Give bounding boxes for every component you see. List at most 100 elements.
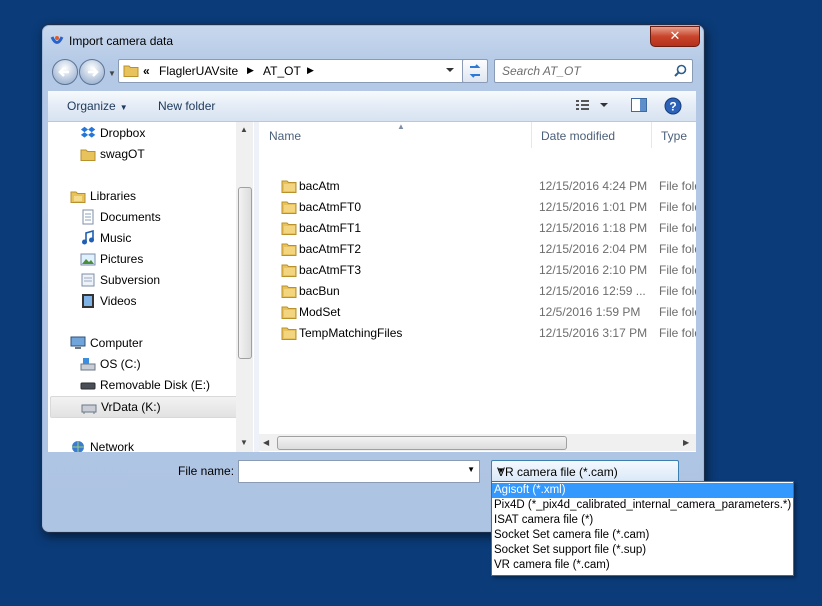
title-bar[interactable]: Import camera data ✕ — [42, 25, 704, 55]
nav-item-label: Pictures — [100, 252, 144, 266]
nav-item-label: Documents — [100, 210, 161, 224]
file-date-modified: 12/15/2016 1:01 PM — [539, 200, 648, 214]
search-placeholder: Search AT_OT — [502, 64, 581, 78]
file-name: bacAtm — [299, 179, 340, 193]
column-label: Name — [269, 129, 302, 143]
refresh-button[interactable] — [462, 59, 488, 83]
file-list-hscrollbar[interactable]: ◀ ▶ — [259, 434, 696, 451]
organize-button[interactable]: Organize ▼ — [67, 99, 128, 113]
file-type-option-agisoft[interactable]: Agisoft (*.xml) — [492, 483, 793, 498]
search-box[interactable]: Search AT_OT — [494, 59, 693, 83]
pictures-icon — [80, 253, 96, 266]
breadcrumb-overflow[interactable]: « — [143, 64, 150, 78]
chevron-down-icon: ▼ — [119, 103, 128, 112]
column-header-name[interactable]: Name — [259, 122, 532, 148]
file-row[interactable]: bacAtmFT3 12/15/2016 2:10 PM File folder — [259, 260, 696, 281]
folder-icon — [281, 180, 297, 193]
file-type-option-socket-set-camera[interactable]: Socket Set camera file (*.cam) — [492, 528, 793, 543]
file-row[interactable]: ModSet 12/5/2016 1:59 PM File folder — [259, 302, 696, 323]
nav-item-music[interactable]: Music — [80, 228, 230, 248]
removable-disk-icon — [80, 382, 96, 390]
forward-arrow-icon — [88, 67, 99, 77]
file-row[interactable]: bacAtmFT0 12/15/2016 1:01 PM File folder — [259, 197, 696, 218]
folder-icon — [281, 243, 297, 256]
file-date-modified: 12/5/2016 1:59 PM — [539, 305, 641, 319]
file-name: bacAtmFT0 — [299, 200, 362, 214]
file-name-input[interactable]: ▼ — [238, 460, 480, 483]
file-type-option-vr-camera[interactable]: VR camera file (*.cam) — [492, 558, 793, 573]
view-options-icon[interactable] — [574, 97, 614, 113]
folder-icon — [281, 306, 297, 319]
column-label: Date modified — [541, 129, 616, 143]
network-icon — [72, 441, 84, 452]
nav-item-network[interactable]: Network — [70, 437, 230, 452]
nav-item-computer[interactable]: Computer — [70, 333, 230, 353]
preview-pane-icon[interactable] — [630, 97, 648, 113]
file-type: File folder — [659, 242, 696, 256]
scroll-left-icon[interactable]: ◀ — [263, 438, 269, 447]
new-folder-button[interactable]: New folder — [158, 99, 215, 113]
navigation-pane: Dropbox swagOT Libraries Documents Music… — [48, 122, 254, 452]
file-type-option-socket-set-support[interactable]: Socket Set support file (*.sup) — [492, 543, 793, 558]
nav-item-libraries[interactable]: Libraries — [70, 186, 230, 206]
file-type: File folder — [659, 200, 696, 214]
nav-item-videos[interactable]: Videos — [80, 291, 230, 311]
file-row[interactable]: bacBun 12/15/2016 12:59 ... File folder — [259, 281, 696, 302]
file-row[interactable]: bacAtmFT2 12/15/2016 2:04 PM File folder — [259, 239, 696, 260]
column-header-date-modified[interactable]: Date modified — [531, 122, 652, 148]
nav-item-label: Computer — [90, 336, 143, 350]
scroll-right-icon[interactable]: ▶ — [683, 438, 689, 447]
file-name: bacAtmFT3 — [299, 263, 362, 277]
search-icon[interactable] — [674, 64, 687, 77]
file-name: bacAtmFT1 — [299, 221, 362, 235]
nav-item-removable-disk[interactable]: Removable Disk (E:) — [80, 375, 230, 395]
file-type: File folder — [659, 305, 696, 319]
back-button[interactable] — [52, 59, 78, 85]
file-row[interactable]: TempMatchingFiles 12/15/2016 3:17 PM File … — [259, 323, 696, 344]
file-type-select[interactable]: VR camera file (*.cam) ▼ — [491, 460, 679, 483]
scroll-thumb[interactable] — [277, 436, 567, 450]
file-date-modified: 12/15/2016 2:10 PM — [539, 263, 648, 277]
file-type-option-pix4d[interactable]: Pix4D (*_pix4d_calibrated_internal_camer… — [492, 498, 793, 513]
chevron-down-icon[interactable]: ▼ — [467, 465, 475, 474]
folder-icon — [80, 149, 96, 161]
breadcrumb-flagleruavsite[interactable]: FlaglerUAVsite — [159, 64, 238, 78]
file-row[interactable]: bacAtm 12/15/2016 4:24 PM File folder — [259, 176, 696, 197]
nav-item-label: swagOT — [100, 147, 145, 161]
help-icon[interactable]: ? — [664, 97, 682, 115]
breadcrumb-arrow-icon[interactable]: ▶ — [307, 65, 314, 76]
nav-item-dropbox[interactable]: Dropbox — [80, 123, 230, 143]
videos-icon — [82, 294, 94, 308]
file-type-option-isat[interactable]: ISAT camera file (*) — [492, 513, 793, 528]
folder-icon — [123, 65, 139, 77]
file-row[interactable]: bacAtmFT1 12/15/2016 1:18 PM File folder — [259, 218, 696, 239]
recent-pages-dropdown[interactable]: ▼ — [108, 69, 116, 78]
address-dropdown[interactable] — [442, 59, 458, 81]
nav-item-subversion[interactable]: Subversion — [80, 270, 230, 290]
nav-item-documents[interactable]: Documents — [80, 207, 230, 227]
sort-ascending-icon: ▲ — [397, 122, 405, 131]
column-header-type[interactable]: Type — [651, 122, 696, 148]
forward-button[interactable] — [79, 59, 105, 85]
scroll-up-icon[interactable]: ▲ — [240, 125, 248, 134]
close-button[interactable]: ✕ — [650, 26, 700, 47]
folder-icon — [281, 264, 297, 277]
scroll-down-icon[interactable]: ▼ — [240, 438, 248, 447]
option-label: Socket Set support file (*.sup) — [494, 544, 647, 556]
breadcrumb-at-ot[interactable]: AT_OT — [263, 64, 301, 78]
scroll-thumb[interactable] — [238, 187, 252, 359]
address-bar[interactable]: « FlaglerUAVsite ▶ AT_OT ▶ — [118, 59, 474, 83]
folder-icon — [281, 201, 297, 214]
nav-item-label: Removable Disk (E:) — [100, 378, 211, 392]
breadcrumb-arrow-icon[interactable]: ▶ — [247, 65, 254, 76]
chevron-down-icon: ▼ — [497, 466, 505, 475]
folder-icon — [281, 285, 297, 298]
nav-item-swagot[interactable]: swagOT — [80, 144, 230, 164]
subversion-icon — [81, 273, 95, 287]
nav-item-pictures[interactable]: Pictures — [80, 249, 230, 269]
nav-item-label: Subversion — [100, 273, 161, 287]
navigation-scrollbar[interactable]: ▲ ▼ — [236, 122, 253, 452]
nav-item-vrdata[interactable]: VrData (K:) — [50, 396, 240, 418]
nav-item-os-c[interactable]: OS (C:) — [80, 354, 230, 374]
file-name: bacAtmFT2 — [299, 242, 362, 256]
